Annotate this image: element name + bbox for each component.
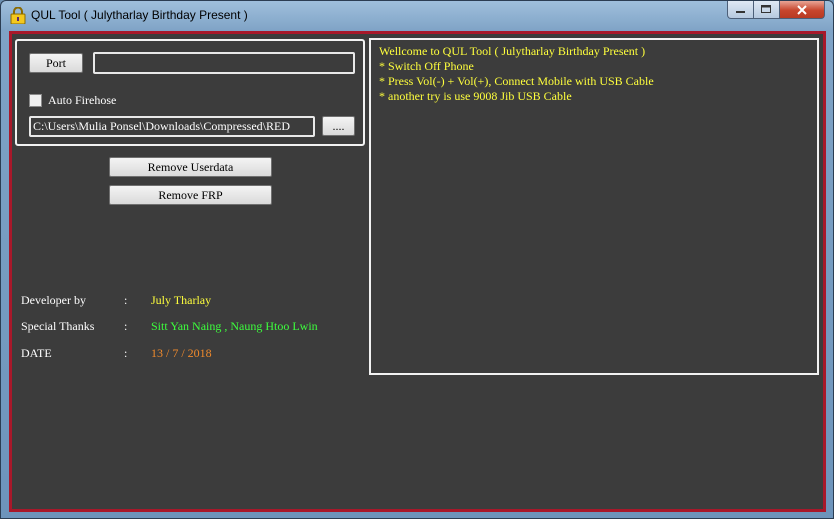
lock-icon	[10, 7, 26, 24]
maximize-button[interactable]	[754, 1, 780, 19]
maximize-icon	[761, 5, 771, 13]
special-thanks-value: Sitt Yan Naing , Naung Htoo Lwin	[151, 319, 318, 333]
special-thanks-separator: :	[124, 319, 128, 333]
close-button[interactable]	[780, 1, 825, 19]
date-separator: :	[124, 346, 128, 360]
title-bar[interactable]: QUL Tool ( Julytharlay Birthday Present …	[1, 1, 833, 31]
browse-button[interactable]: ....	[322, 116, 355, 136]
minimize-button[interactable]	[727, 1, 754, 19]
log-line: Wellcome to QUL Tool ( Julytharlay Birth…	[379, 44, 646, 58]
port-button[interactable]: Port	[29, 53, 83, 73]
developer-separator: :	[124, 293, 128, 307]
special-thanks-label: Special Thanks	[21, 319, 95, 333]
client-area: Port Auto Firehose C:\Users\Mulia Ponsel…	[9, 31, 826, 512]
firehose-path-field[interactable]: C:\Users\Mulia Ponsel\Downloads\Compress…	[29, 116, 315, 137]
log-line: * Press Vol(-) + Vol(+), Connect Mobile …	[379, 74, 654, 88]
window-title: QUL Tool ( Julytharlay Birthday Present …	[31, 8, 248, 22]
log-output[interactable]: Wellcome to QUL Tool ( Julytharlay Birth…	[369, 38, 819, 375]
window-controls	[727, 1, 825, 19]
date-label: DATE	[21, 346, 52, 360]
auto-firehose-checkbox[interactable]	[29, 94, 42, 107]
app-window: QUL Tool ( Julytharlay Birthday Present …	[0, 0, 834, 519]
connection-panel: Port Auto Firehose C:\Users\Mulia Ponsel…	[15, 39, 365, 146]
port-field[interactable]	[93, 52, 355, 74]
close-icon	[797, 4, 807, 15]
remove-frp-button[interactable]: Remove FRP	[109, 185, 272, 205]
developer-value: July Tharlay	[151, 293, 212, 307]
auto-firehose-label: Auto Firehose	[48, 93, 117, 107]
remove-userdata-button[interactable]: Remove Userdata	[109, 157, 272, 177]
log-line: * another try is use 9008 Jib USB Cable	[379, 89, 572, 103]
log-line: * Switch Off Phone	[379, 59, 474, 73]
developer-label: Developer by	[21, 293, 86, 307]
minimize-icon	[735, 10, 745, 13]
date-value: 13 / 7 / 2018	[151, 346, 212, 360]
